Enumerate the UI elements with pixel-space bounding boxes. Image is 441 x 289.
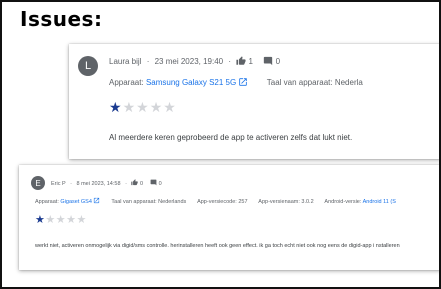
star-filled: ★ <box>109 99 123 115</box>
device-info: Apparaat: Gigaset GS4 Taal van apparaat:… <box>35 197 396 206</box>
device-label: Apparaat: <box>35 198 59 205</box>
device-info: Apparaat: Samsung Galaxy S21 5G Taal van… <box>109 77 363 89</box>
thumbs-up-icon[interactable] <box>236 56 246 68</box>
review-date: 23 mei 2023, 19:40 <box>154 57 224 67</box>
reply-count: 0 <box>275 57 281 67</box>
issues-panel: Issues: L Laura bijl · 23 mei 2023, 19:4… <box>0 0 441 289</box>
review-meta: Laura bijl · 23 mei 2023, 19:40 · 1 0 <box>109 56 281 68</box>
star-empty: ★ <box>149 99 164 115</box>
review-text: werkt niet, activeren onmogelijk via dig… <box>35 243 400 249</box>
avatar: L <box>78 56 98 76</box>
like-count: 1 <box>248 57 253 67</box>
page-title: Issues: <box>20 7 103 31</box>
thumbs-up-icon[interactable] <box>131 179 139 188</box>
app-version-name: App-versienaam: 3.0.2 <box>258 198 314 205</box>
android-version-label: Android-versie: <box>324 198 362 205</box>
like-count: 0 <box>139 180 144 187</box>
star-empty: ★ <box>136 99 150 115</box>
device-link[interactable]: Samsung Galaxy S21 5G <box>146 78 236 87</box>
star-empty: ★ <box>122 99 137 115</box>
avatar: E <box>31 176 45 190</box>
device-language: Taal van apparaat: Nederlands <box>111 198 187 205</box>
open-in-new-icon[interactable] <box>238 77 248 89</box>
review-date: 8 mei 2023, 14:58 <box>76 180 121 187</box>
star-empty: ★ <box>66 214 77 226</box>
review-text: Al meerdere keren geprobeerd de app te a… <box>109 133 353 142</box>
review-card: L Laura bijl · 23 mei 2023, 19:40 · 1 0 … <box>69 44 439 159</box>
author-name: Laura bijl <box>109 57 142 67</box>
device-language: Taal van apparaat: Nederla <box>266 78 363 88</box>
author-name: Eric P <box>51 180 66 187</box>
app-version-code: App-versiecode: 257 <box>197 198 248 205</box>
review-meta: Eric P · 8 mei 2023, 14:58 · 0 0 <box>51 179 162 188</box>
review-card: E Eric P · 8 mei 2023, 14:58 · 0 0 Appar… <box>19 165 439 270</box>
android-version-link[interactable]: Android 11 (S <box>363 199 396 205</box>
reply-icon[interactable] <box>150 179 157 188</box>
device-link[interactable]: Gigaset GS4 <box>60 199 92 205</box>
device-label: Apparaat: <box>109 78 144 88</box>
star-rating: ★★★★★ <box>35 213 87 226</box>
reply-count: 0 <box>158 180 162 187</box>
reply-icon[interactable] <box>263 56 273 68</box>
star-rating: ★★★★★ <box>109 99 177 116</box>
star-empty: ★ <box>163 99 177 115</box>
star-empty: ★ <box>45 214 56 226</box>
star-filled: ★ <box>35 214 46 226</box>
star-empty: ★ <box>76 214 87 226</box>
open-in-new-icon[interactable] <box>93 197 100 206</box>
star-empty: ★ <box>55 214 67 226</box>
